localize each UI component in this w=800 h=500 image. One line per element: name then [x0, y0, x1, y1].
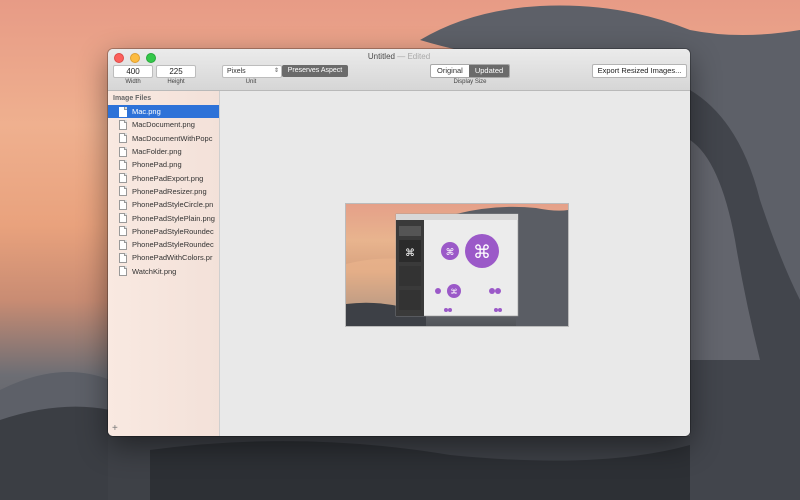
sidebar-header: Image Files [113, 95, 152, 102]
file-name: PhonePadStyleRoundec [132, 240, 214, 250]
file-icon [119, 226, 127, 237]
display-updated-segment[interactable]: Updated [468, 65, 510, 77]
file-icon [119, 173, 127, 184]
preview-screenshot-image: ⌘ ⌘ ⌘ ⌘ [346, 206, 568, 326]
file-name: MacDocument.png [132, 120, 195, 130]
export-resized-images-button[interactable]: Export Resized Images... [592, 64, 687, 78]
file-list-item[interactable]: PhonePadWithColors.pr [108, 251, 219, 264]
window-title: Untitled — Edited [108, 52, 690, 61]
svg-text:⌘: ⌘ [451, 288, 458, 296]
file-list-item[interactable]: PhonePadResizer.png [108, 185, 219, 198]
image-preview: ⌘ ⌘ ⌘ ⌘ [345, 203, 569, 327]
window-title-separator: — [397, 52, 406, 61]
file-name: PhonePadStylePlain.png [132, 213, 215, 223]
file-icon [119, 252, 127, 263]
file-icon [119, 239, 127, 250]
file-name: PhonePadStyleCircle.pn [132, 200, 214, 210]
title-bar: Untitled — Edited 400 Width 225 Height P… [108, 49, 690, 91]
sidebar: Image Files Mac.png MacDocument.png MacDoc… [108, 91, 220, 436]
file-list-item[interactable]: PhonePad.png [108, 158, 219, 171]
file-list: Mac.png MacDocument.png MacDocumentWithPop… [108, 105, 219, 278]
file-list-item[interactable]: PhonePadStyleRoundec [108, 225, 219, 238]
width-input[interactable]: 400 [113, 65, 153, 78]
svg-text:⌘: ⌘ [446, 248, 455, 258]
file-list-item[interactable]: MacFolder.png [108, 145, 219, 158]
file-list-item[interactable]: PhonePadStyleRoundec [108, 238, 219, 251]
display-size-label: Display Size [453, 79, 487, 85]
file-icon [119, 199, 127, 210]
file-name: WatchKit.png [132, 266, 177, 276]
file-icon [119, 266, 127, 277]
display-original-segment[interactable]: Original [431, 65, 469, 77]
file-name: MacDocumentWithPopc [132, 133, 213, 143]
file-name: MacFolder.png [132, 147, 182, 157]
file-name: Mac.png [132, 107, 161, 117]
image-canvas: ⌘ ⌘ ⌘ ⌘ [220, 91, 690, 436]
file-icon [119, 159, 127, 170]
file-list-item[interactable]: PhonePadExport.png [108, 171, 219, 184]
svg-text:⌘: ⌘ [473, 242, 491, 263]
file-name: PhonePadExport.png [132, 173, 204, 183]
file-list-item[interactable]: MacDocumentWithPopc [108, 132, 219, 145]
unit-label: Unit [245, 79, 257, 85]
file-icon [119, 106, 127, 117]
height-label: Height [167, 79, 185, 85]
file-list-item[interactable]: PhonePadStylePlain.png [108, 211, 219, 224]
file-name: PhonePad.png [132, 160, 182, 170]
file-icon [119, 119, 127, 130]
file-list-item[interactable]: WatchKit.png [108, 265, 219, 278]
file-name: PhonePadResizer.png [132, 186, 207, 196]
file-list-item[interactable]: PhonePadStyleCircle.pn [108, 198, 219, 211]
file-icon [119, 146, 127, 157]
file-name: PhonePadWithColors.pr [132, 253, 213, 263]
svg-text:⌘: ⌘ [405, 248, 415, 259]
file-name: PhonePadStyleRoundec [132, 226, 214, 236]
preserves-aspect-button[interactable]: Preserves Aspect [282, 65, 348, 77]
file-list-item[interactable]: Mac.png [108, 105, 219, 119]
unit-select-value: Pixels [227, 68, 246, 75]
plus-icon[interactable]: + [112, 423, 118, 434]
file-icon [119, 213, 127, 224]
file-icon [119, 186, 127, 197]
unit-select[interactable]: Pixels ⇕ [222, 65, 282, 78]
display-size-segmented-control: Original Updated [430, 64, 511, 78]
window-title-text: Untitled [367, 52, 395, 61]
width-label: Width [125, 79, 141, 85]
app-window: Untitled — Edited 400 Width 225 Height P… [108, 49, 690, 436]
file-icon [119, 133, 127, 144]
chevron-updown-icon: ⇕ [273, 68, 279, 74]
height-input[interactable]: 225 [156, 65, 196, 78]
window-edited-status: Edited [407, 52, 431, 61]
file-list-item[interactable]: MacDocument.png [108, 118, 219, 131]
